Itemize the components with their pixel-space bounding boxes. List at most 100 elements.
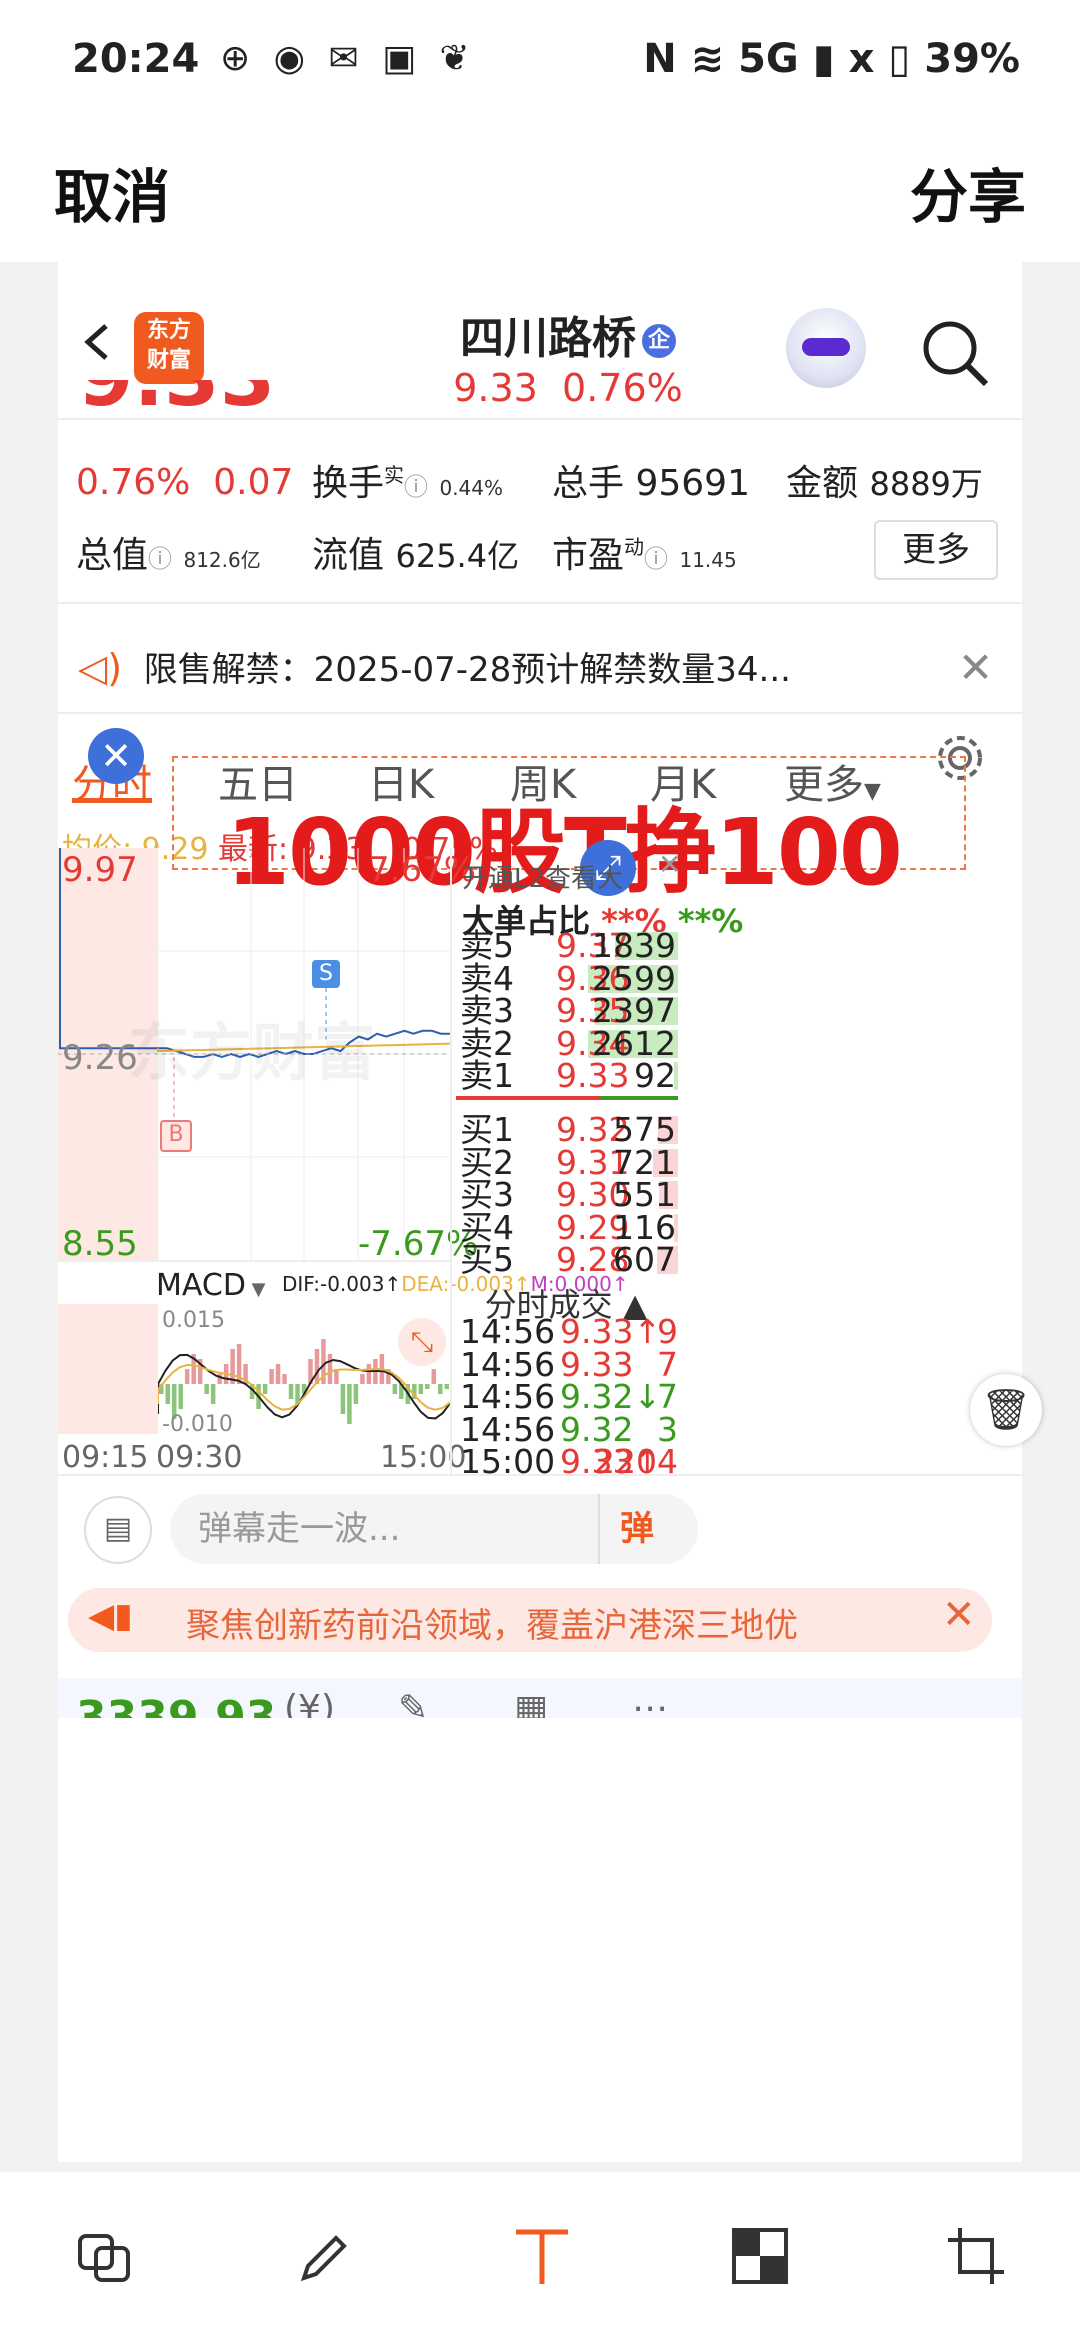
macd-bar [392, 1384, 398, 1394]
order-level: 买5 [460, 1240, 514, 1279]
layers-icon[interactable] [76, 2228, 136, 2288]
macd-expand-icon[interactable]: ⤡ [398, 1318, 446, 1366]
macd-bar [165, 1384, 170, 1404]
buy-order-row: 买1 9.32 575 [456, 1110, 678, 1149]
macd-bar [204, 1384, 209, 1394]
order-volume: 607 [613, 1240, 676, 1279]
tick-price: 9.32↓ [560, 1377, 662, 1416]
apps-icon[interactable]: ▦ [514, 1688, 548, 1718]
sell-marker[interactable]: S [312, 960, 340, 988]
header-quote: 9.33 0.76% [453, 366, 683, 410]
macd-bar [288, 1384, 294, 1399]
macd-bar [340, 1384, 346, 1414]
order-volume: 92 [634, 1056, 676, 1095]
volume: 总手 95691 [552, 463, 750, 504]
macd-bar [418, 1384, 424, 1394]
back-icon[interactable] [78, 322, 118, 362]
tick-volume: 9 [657, 1312, 678, 1351]
macd-bar [366, 1364, 372, 1384]
tick-time: 14:56 [460, 1377, 556, 1416]
cancel-button[interactable]: 取消 [54, 150, 170, 234]
buy-marker[interactable]: B [160, 1120, 192, 1152]
assistant-avatar[interactable] [786, 308, 866, 388]
status-time: 20:24 [72, 36, 200, 82]
speaker-icon: ◁) [78, 646, 123, 690]
sell-order-row: 卖5 9.37 1839 [456, 926, 678, 965]
text-tool-icon[interactable] [510, 2224, 574, 2288]
amount: 金额 8889万 [786, 463, 983, 504]
search-icon[interactable] [920, 318, 990, 388]
order-volume: 575 [613, 1110, 676, 1149]
share-button[interactable]: 分享 [910, 150, 1026, 234]
big-price: 9.33 [78, 380, 275, 420]
promo-close-icon[interactable]: ✕ [942, 1592, 976, 1638]
order-level: 买3 [460, 1175, 514, 1214]
pe-ratio: 市盈动ⓘ 11.45 [552, 535, 737, 576]
market-cap: 总值ⓘ 812.6亿 [76, 535, 261, 576]
macd-bar [438, 1384, 443, 1394]
status-bar: 20:24 ⊕ ◉ ✉ ▣ ❦ N ≋ 5G ▮ ⅹ ▯ 39% [0, 0, 1080, 120]
macd-bar [353, 1384, 359, 1404]
order-volume: 2397 [592, 991, 676, 1030]
y-high-label: 9.97 [62, 850, 138, 890]
tick-list: 14:56 9.33↑ 9 14:56 9.33 7 14:56 9.32↓ 7 14:56 9.3… [456, 1312, 680, 1479]
edit-note-icon[interactable]: ✎ [398, 1688, 428, 1718]
order-level: 卖1 [460, 1056, 514, 1095]
tick-volume: 7 [657, 1377, 678, 1416]
mosaic-icon[interactable] [732, 2228, 788, 2284]
sell-order-row: 卖1 9.33 92 [456, 1056, 678, 1095]
order-level: 买1 [460, 1110, 514, 1149]
macd-bottom-label: -0.010 [162, 1412, 233, 1437]
more-button[interactable]: 更多 [874, 520, 998, 580]
notice-banner[interactable]: ◁) 限售解禁：2025-07-28预计解禁数量34... [78, 632, 998, 704]
macd-bar [262, 1384, 268, 1394]
app-logo: 东方 财富 [134, 312, 204, 384]
comment-settings-icon[interactable]: ▤ [84, 1496, 152, 1564]
order-price: 9.33 [556, 1056, 630, 1095]
macd-bar [444, 1384, 449, 1389]
pct-change: 0.76% 0.07 [76, 462, 294, 503]
buy-order-row: 买5 9.28 607 [456, 1240, 678, 1279]
watermark: 东方财富 [128, 1016, 377, 1089]
annotation-close-icon[interactable]: ✕ [88, 728, 144, 784]
editor-toolbar [0, 2172, 1080, 2340]
status-battery: N ≋ 5G ▮ ⅹ ▯ 39% [643, 36, 1020, 82]
send-comment-button[interactable]: 弹 [598, 1494, 674, 1564]
macd-selector[interactable]: MACD ▼ [156, 1268, 266, 1303]
sell-orders: 卖5 9.37 1839 卖4 9.36 2599 卖3 9.35 2397 卖2 9.34 2612… [456, 926, 678, 1095]
macd-bar [360, 1374, 365, 1384]
more-menu-icon[interactable]: ⋯ [632, 1688, 668, 1718]
stock-name: 四川路桥企 [418, 302, 718, 366]
macd-bar [425, 1384, 430, 1389]
trade-icon[interactable]: (¥) [284, 1688, 335, 1718]
tab-underline [72, 798, 152, 803]
macd-bar [269, 1369, 274, 1384]
order-volume: 1839 [592, 926, 676, 965]
order-level: 卖3 [460, 991, 514, 1030]
buy-order-row: 买3 9.30 551 [456, 1175, 678, 1214]
macd-shade [58, 1304, 158, 1434]
tick-price: 9.33↑ [560, 1312, 662, 1351]
trash-icon[interactable]: 🗑 [970, 1374, 1042, 1446]
macd-bar [275, 1364, 281, 1384]
tick-row: 14:56 9.33↑ 9 [456, 1312, 680, 1351]
l2-link[interactable]: 开通L2查看大 [462, 858, 623, 895]
macd-bar [431, 1369, 437, 1384]
l2-close-icon[interactable]: ✕ [658, 848, 681, 881]
index-value: 3339.93 [76, 1692, 277, 1718]
enterprise-badge-icon: 企 [642, 324, 676, 358]
stock-screenshot: 东方财富 四川路桥企 9.33 0.76% 9.33 0.76% 0.07 换手… [58, 262, 1022, 2162]
close-icon[interactable]: ✕ [958, 632, 993, 704]
macd-bar [178, 1384, 183, 1409]
macd-bar [327, 1354, 333, 1384]
turnover: 换手实ⓘ 0.44% [312, 463, 504, 504]
order-level: 卖5 [460, 926, 514, 965]
y-mid-label: 9.26 [62, 1038, 138, 1078]
crop-icon[interactable] [946, 2226, 1006, 2286]
macd-bar [210, 1384, 216, 1404]
book-divider [456, 1096, 678, 1100]
macd-bar [347, 1384, 352, 1424]
pencil-icon[interactable] [294, 2228, 354, 2288]
order-volume: 551 [613, 1175, 676, 1214]
status-icons: ⊕ ◉ ✉ ▣ ❦ [220, 38, 476, 79]
